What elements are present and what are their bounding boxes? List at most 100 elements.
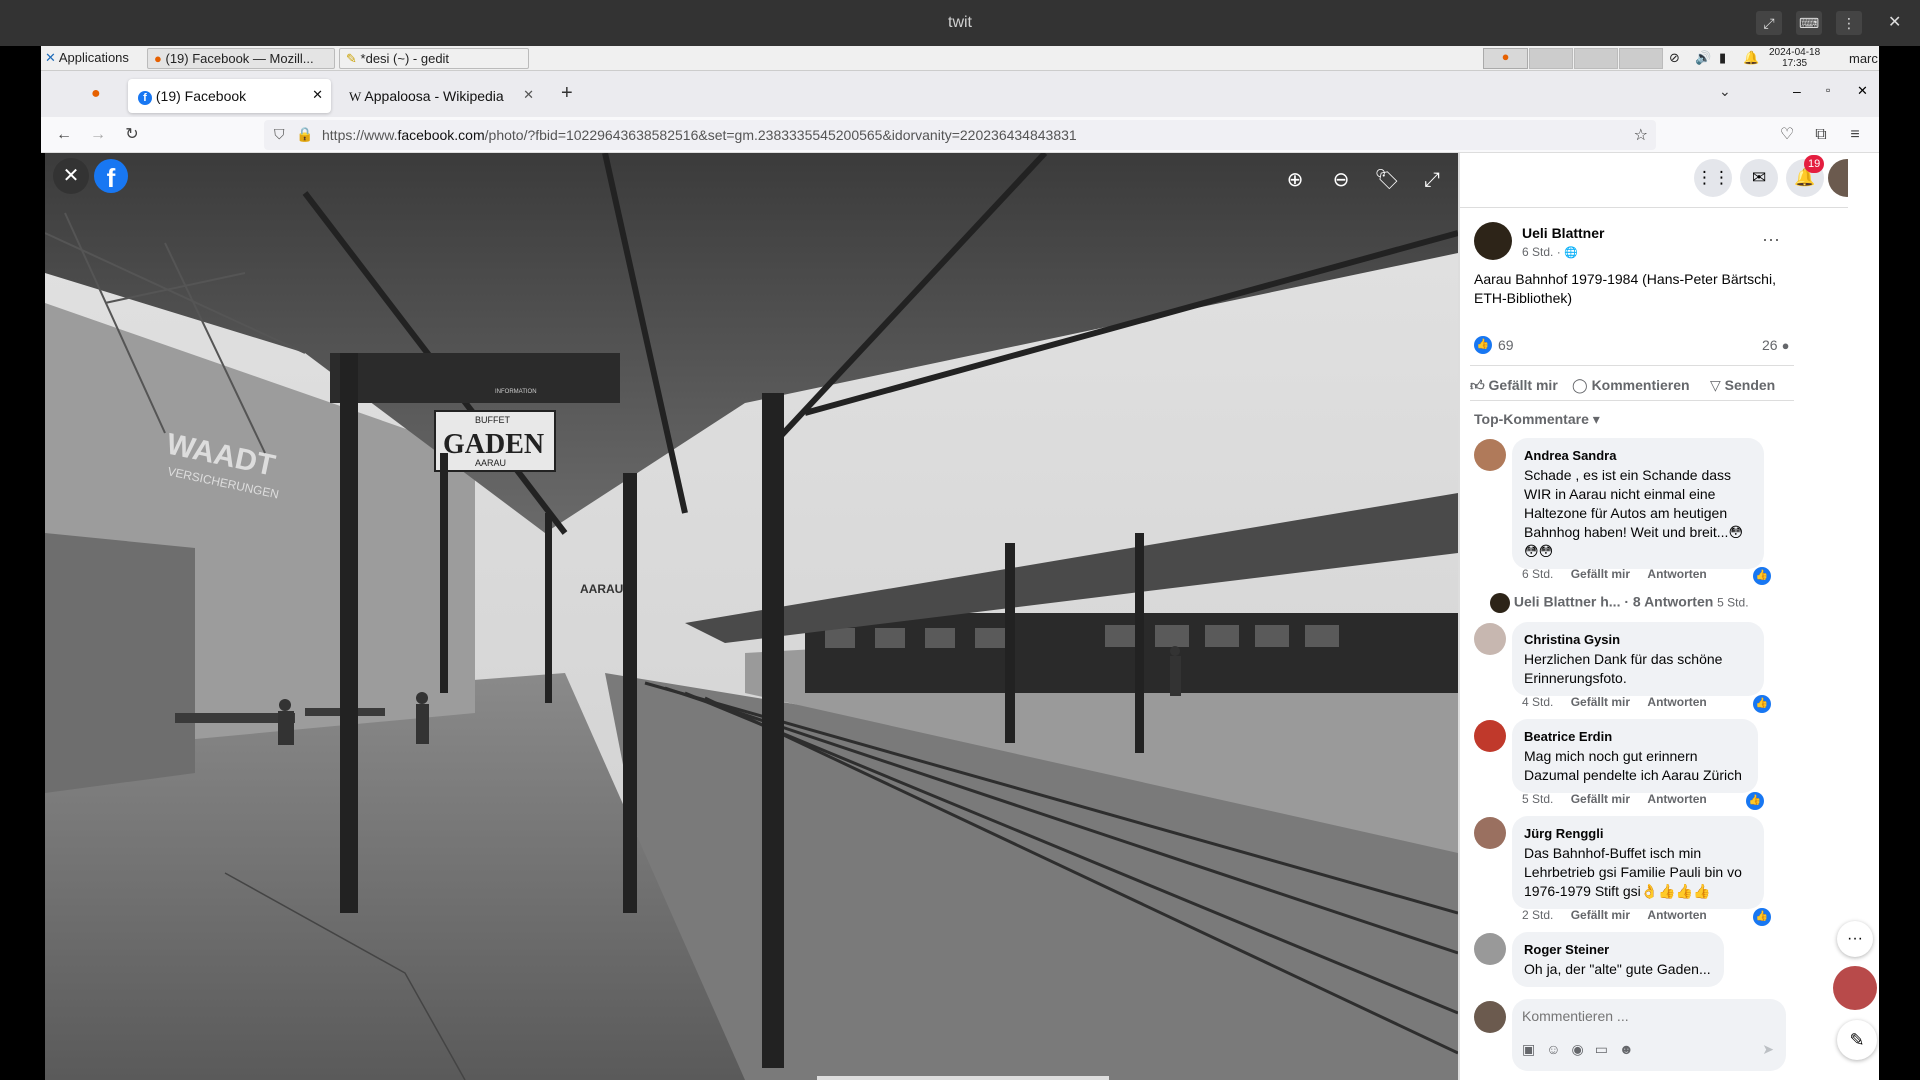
edit-icon[interactable]: ✎ xyxy=(1837,1020,1877,1060)
avatar-sticker-icon[interactable]: ☻ xyxy=(1619,1041,1634,1058)
view-replies-link[interactable]: Ueli Blattner h... · 8 Antworten 5 Std. xyxy=(1490,593,1749,613)
chat-contact-avatar[interactable] xyxy=(1833,966,1877,1010)
close-tab-icon[interactable]: ✕ xyxy=(312,87,323,103)
extensions-icon[interactable]: ⧉ xyxy=(1811,125,1831,145)
clock[interactable]: 2024-04-18 17:35 xyxy=(1769,47,1820,69)
messenger-icon[interactable]: ✉ xyxy=(1740,159,1778,197)
network-icon[interactable]: ⊘ xyxy=(1669,50,1680,66)
comment-time[interactable]: 4 Std. xyxy=(1522,695,1553,709)
forward-icon[interactable]: → xyxy=(88,125,108,145)
firefox-view-icon[interactable]: ● xyxy=(91,85,101,103)
like-reaction-icon: 👍 xyxy=(1474,336,1492,354)
close-window-icon[interactable]: ✕ xyxy=(1888,12,1901,32)
pocket-icon[interactable]: ♡ xyxy=(1777,125,1797,145)
post-time[interactable]: 6 Std. · 🌐 xyxy=(1522,245,1578,259)
comment-time[interactable]: 5 Std. xyxy=(1522,792,1553,806)
comment-button[interactable]: ◯ Kommentieren xyxy=(1572,377,1690,394)
comment-reply-link[interactable]: Antworten xyxy=(1647,695,1706,709)
comment-input[interactable] xyxy=(1522,1005,1772,1027)
author-avatar[interactable] xyxy=(1474,222,1512,260)
volume-icon[interactable]: 🔊 xyxy=(1695,50,1711,66)
photo-viewer[interactable]: WAADT VERSICHERUNGEN INFORMATION BUFFET … xyxy=(45,153,1458,1080)
reload-icon[interactable]: ↻ xyxy=(122,125,142,145)
send-button[interactable]: ▽ Senden xyxy=(1710,377,1775,394)
tag-icon[interactable]: 🏷 xyxy=(1369,162,1405,198)
new-tab-icon[interactable]: + xyxy=(561,82,573,105)
emoji-icon[interactable]: ☺ xyxy=(1546,1041,1560,1058)
send-arrow-icon[interactable]: ➤ xyxy=(1762,1041,1774,1058)
like-button[interactable]: 👍︎ Gefällt mir xyxy=(1470,377,1558,394)
tab-wikipedia[interactable]: W Appaloosa - Wikipedia ✕ xyxy=(339,79,542,113)
commenter-name[interactable]: Jürg Renggli xyxy=(1524,824,1752,843)
composer-avatar[interactable] xyxy=(1474,1001,1506,1033)
url-domain: facebook.com xyxy=(397,127,485,143)
taskbar-item-firefox[interactable]: ● (19) Facebook — Mozill... xyxy=(147,48,335,69)
hamburger-menu-icon[interactable]: ≡ xyxy=(1845,125,1865,145)
comment-reply-link[interactable]: Antworten xyxy=(1647,567,1706,581)
commenter-name[interactable]: Roger Steiner xyxy=(1524,940,1712,959)
keyboard-icon[interactable]: ⌨ xyxy=(1796,11,1822,35)
workspace-3[interactable] xyxy=(1574,48,1618,69)
commenter-name[interactable]: Christina Gysin xyxy=(1524,630,1752,649)
author-name[interactable]: Ueli Blattner xyxy=(1522,225,1604,241)
comment-time[interactable]: 6 Std. xyxy=(1522,567,1553,581)
facebook-logo-icon[interactable]: f xyxy=(94,159,128,193)
apps-grid-icon[interactable]: ⋮⋮ xyxy=(1694,159,1732,197)
zoom-in-icon[interactable]: ⊕ xyxy=(1277,162,1313,198)
user-name[interactable]: marc xyxy=(1849,51,1878,66)
applications-menu[interactable]: ✕ Applications xyxy=(45,50,129,66)
comment-like-link[interactable]: Gefällt mir xyxy=(1571,695,1630,709)
comment-meta: 2 Std. Gefällt mir Antworten xyxy=(1522,908,1707,922)
chat-more-icon[interactable]: ··· xyxy=(1837,921,1873,957)
battery-icon[interactable]: ▮ xyxy=(1719,50,1726,66)
back-icon[interactable]: ← xyxy=(54,125,74,145)
zoom-out-icon[interactable]: ⊖ xyxy=(1323,162,1359,198)
sort-comments-dropdown[interactable]: Top-Kommentare ▾ xyxy=(1474,411,1600,428)
sort-label: Top-Kommentare xyxy=(1474,411,1589,427)
post-time-label: 6 Std. · xyxy=(1522,245,1561,259)
comment-reply-link[interactable]: Antworten xyxy=(1647,908,1706,922)
close-browser-icon[interactable]: ✕ xyxy=(1857,83,1868,99)
notification-icon[interactable]: 🔔 xyxy=(1743,50,1759,66)
commenter-avatar[interactable] xyxy=(1474,439,1506,471)
menu-kebab-icon[interactable]: ⋮ xyxy=(1836,11,1862,35)
close-icon[interactable]: ✕ xyxy=(53,158,89,194)
commenter-name[interactable]: Andrea Sandra xyxy=(1524,446,1752,465)
comment-time[interactable]: 2 Std. xyxy=(1522,908,1553,922)
tab-facebook[interactable]: f (19) Facebook ✕ xyxy=(128,79,331,113)
commenter-avatar[interactable] xyxy=(1474,623,1506,655)
sticker-icon[interactable]: ▣ xyxy=(1522,1041,1535,1058)
comment-reply-link[interactable]: Antworten xyxy=(1647,792,1706,806)
sign-aarau-right: AARAU xyxy=(580,582,623,596)
comments-summary[interactable]: 26 ● xyxy=(1762,337,1789,353)
caret-down-icon: ▾ xyxy=(1592,411,1600,427)
commenter-avatar[interactable] xyxy=(1474,720,1506,752)
gedit-icon: ✎ xyxy=(346,51,357,66)
post-text: Aarau Bahnhof 1979-1984 (Hans-Peter Bärt… xyxy=(1474,271,1776,306)
minimize-icon[interactable]: – xyxy=(1793,83,1801,99)
comment-like-link[interactable]: Gefällt mir xyxy=(1571,792,1630,806)
list-tabs-icon[interactable]: ⌄ xyxy=(1719,83,1731,100)
taskbar-item-gedit[interactable]: ✎ *desi (~) - gedit xyxy=(339,48,529,69)
comment-like-link[interactable]: Gefällt mir xyxy=(1571,567,1630,581)
building-facade xyxy=(45,533,195,793)
commenter-avatar[interactable] xyxy=(1474,933,1506,965)
fullscreen-icon[interactable]: ⤢ xyxy=(1414,162,1450,198)
workspace-1[interactable]: ● xyxy=(1483,48,1528,69)
close-tab-icon[interactable]: ✕ xyxy=(523,87,534,103)
camera-icon[interactable]: ◉ xyxy=(1572,1041,1584,1058)
reactions-summary[interactable]: 👍 69 xyxy=(1474,336,1514,354)
commenter-name[interactable]: Beatrice Erdin xyxy=(1524,727,1746,746)
more-icon[interactable]: ··· xyxy=(1762,229,1780,250)
expand-icon[interactable]: ⤢ xyxy=(1756,11,1782,35)
workspace-4[interactable] xyxy=(1619,48,1663,69)
commenter-avatar[interactable] xyxy=(1474,817,1506,849)
bookmark-star-icon[interactable]: ☆ xyxy=(1634,125,1648,145)
url-bar[interactable]: ⛉ 🔒 https://www.facebook.com/photo/?fbid… xyxy=(264,120,1656,150)
workspace-2[interactable] xyxy=(1529,48,1573,69)
send-icon: ▽ xyxy=(1710,377,1721,393)
comment-composer[interactable]: ▣ ☺ ◉ ▭ ☻ ➤ xyxy=(1512,999,1786,1071)
maximize-icon[interactable]: ▫ xyxy=(1826,83,1830,97)
comment-like-link[interactable]: Gefällt mir xyxy=(1571,908,1630,922)
gif-icon[interactable]: ▭ xyxy=(1595,1041,1608,1058)
